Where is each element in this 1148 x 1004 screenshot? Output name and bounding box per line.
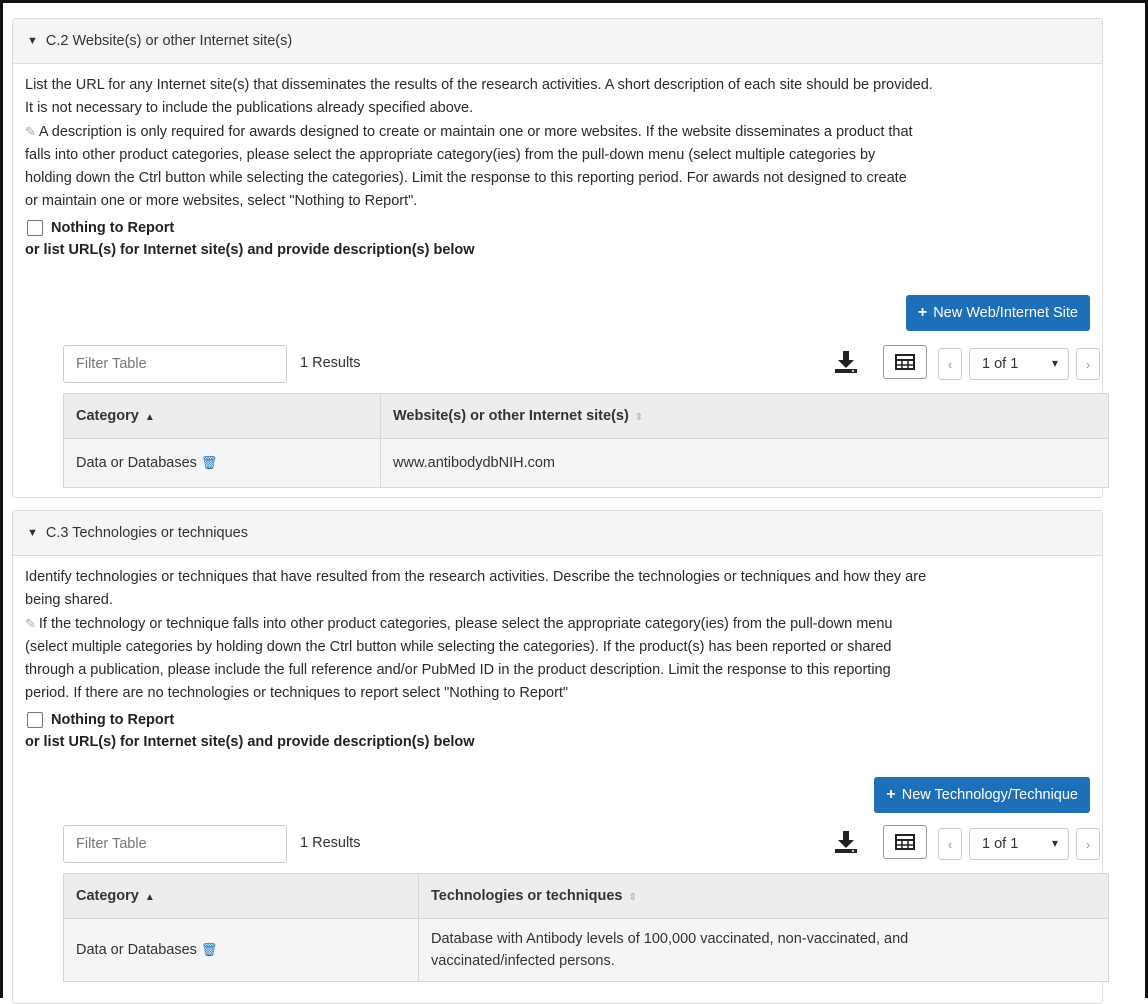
c3-page-select[interactable]: 1 of 1 ▾ xyxy=(969,828,1069,860)
pencil-note-icon: ✎ xyxy=(25,124,36,139)
c3-col-technologies[interactable]: Technologies or techniques ⇕ xyxy=(418,873,1109,919)
column-label: Category xyxy=(76,888,139,904)
caret-down-icon: ▼ xyxy=(27,527,38,539)
c2-note-line2: falls into other product categories, ple… xyxy=(25,147,876,163)
pencil-note-icon: ✎ xyxy=(25,616,36,631)
prev-page-button[interactable]: ‹ xyxy=(938,348,962,380)
chevron-down-icon: ▾ xyxy=(1051,356,1058,370)
next-page-button[interactable]: › xyxy=(1076,828,1100,860)
table-row: Data or Databases 🗑 www.antibodydbNIH.com xyxy=(63,438,1109,488)
c2-results-count: 1 Results xyxy=(300,355,361,371)
c2-page-select[interactable]: 1 of 1 ▾ xyxy=(969,348,1069,380)
c2-col-website[interactable]: Website(s) or other Internet site(s) ⇕ xyxy=(380,393,1109,439)
c2-table: Category ▲ Website(s) or other Internet s… xyxy=(63,393,1109,488)
c3-note-line4: period. If there are no technologies or … xyxy=(25,685,569,701)
download-icon[interactable] xyxy=(833,349,859,375)
technology-line1: Database with Antibody levels of 100,000… xyxy=(431,931,909,947)
c3-or-list: or list URL(s) for Internet site(s) and … xyxy=(25,734,475,750)
table-header-row: Category ▲ Website(s) or other Internet s… xyxy=(63,393,1109,439)
new-technology-label: New Technology/Technique xyxy=(901,787,1078,803)
c3-table: Category ▲ Technologies or techniques ⇕ Da… xyxy=(63,873,1109,982)
download-icon[interactable] xyxy=(833,829,859,855)
sort-asc-icon: ▲ xyxy=(144,892,155,903)
section-c3-title: C.3 Technologies or techniques xyxy=(45,525,248,541)
category-value: Data or Databases xyxy=(76,942,197,958)
c2-table-toolbar: Filter Table 1 Results ‹ 1 of 1 ▾ › xyxy=(63,345,1100,385)
c3-nothing-checkbox[interactable] xyxy=(27,712,43,728)
section-c2-panel: ▼ C.2 Website(s) or other Internet site(… xyxy=(12,18,1109,498)
technology-line2: vaccinated/infected persons. xyxy=(431,953,615,969)
trash-icon[interactable]: 🗑 xyxy=(201,942,218,957)
next-page-button[interactable]: › xyxy=(1076,348,1100,380)
column-chooser-button[interactable] xyxy=(883,825,927,859)
c3-note-line1: If the technology or technique falls int… xyxy=(38,616,893,632)
c2-nothing-checkbox[interactable] xyxy=(27,220,43,236)
c2-intro-line2: It is not necessary to include the publi… xyxy=(25,100,474,116)
c2-nothing-label[interactable]: Nothing to Report xyxy=(51,220,174,236)
table-cell-category: Data or Databases 🗑 xyxy=(63,918,419,982)
column-label: Technologies or techniques xyxy=(431,888,623,904)
table-grid-icon xyxy=(895,354,915,370)
sort-icon: ⇕ xyxy=(628,892,637,903)
c3-note-line3: through a publication, please include th… xyxy=(25,662,891,678)
c2-filter-input[interactable]: Filter Table xyxy=(63,345,287,383)
plus-icon: + xyxy=(917,304,928,321)
section-c2-title: C.2 Website(s) or other Internet site(s) xyxy=(45,33,293,49)
section-c3-body: Identify technologies or techniques that… xyxy=(13,556,1102,753)
column-chooser-button[interactable] xyxy=(883,345,927,379)
trash-icon[interactable]: 🗑 xyxy=(201,455,218,470)
new-web-site-button[interactable]: + New Web/Internet Site xyxy=(905,295,1090,331)
c2-nothing-row: Nothing to Report xyxy=(25,217,1090,239)
table-cell-technology: Database with Antibody levels of 100,000… xyxy=(418,918,1109,982)
table-row: Data or Databases 🗑 Database with Antibod… xyxy=(63,918,1109,982)
c3-col-category[interactable]: Category ▲ xyxy=(63,873,419,919)
section-c3-panel: ▼ C.3 Technologies or techniques Identif… xyxy=(12,510,1109,1004)
category-value: Data or Databases xyxy=(76,455,197,471)
column-label: Category xyxy=(76,408,139,424)
sort-icon: ⇕ xyxy=(634,412,644,423)
c3-filter-input[interactable]: Filter Table xyxy=(63,825,287,863)
sort-asc-icon: ▲ xyxy=(144,412,155,423)
chevron-down-icon: ▾ xyxy=(1051,836,1058,850)
section-c3-header[interactable]: ▼ C.3 Technologies or techniques xyxy=(13,511,1102,556)
c3-results-count: 1 Results xyxy=(300,835,361,851)
c3-table-toolbar: Filter Table 1 Results ‹ 1 of 1 ▾ › xyxy=(63,825,1100,865)
column-label: Website(s) or other Internet site(s) xyxy=(393,408,629,424)
c3-nothing-row: Nothing to Report xyxy=(25,709,1090,731)
plus-icon: + xyxy=(886,786,896,803)
c3-note-line1-wrap: ✎ If the technology or technique falls in… xyxy=(25,612,1090,636)
table-cell-website: www.antibodydbNIH.com xyxy=(380,438,1109,488)
c2-or-list: or list URL(s) for Internet site(s) and … xyxy=(25,242,475,258)
c3-page-label: 1 of 1 xyxy=(982,836,1019,852)
table-grid-icon xyxy=(895,834,915,850)
c2-col-category[interactable]: Category ▲ xyxy=(63,393,381,439)
c2-note-line1: A description is only required for award… xyxy=(38,124,913,140)
new-web-site-label: New Web/Internet Site xyxy=(933,305,1078,321)
c2-page-label: 1 of 1 xyxy=(982,356,1019,372)
c3-intro-line1: Identify technologies or techniques that… xyxy=(25,569,927,585)
c2-note-line4: or maintain one or more websites, select… xyxy=(25,193,418,209)
table-cell-category: Data or Databases 🗑 xyxy=(63,438,381,488)
c3-nothing-label[interactable]: Nothing to Report xyxy=(51,712,174,728)
c2-note-line1-wrap: ✎ A description is only required for awar… xyxy=(25,120,1090,144)
table-header-row: Category ▲ Technologies or techniques ⇕ xyxy=(63,873,1109,919)
c2-intro-line1: List the URL for any Internet site(s) th… xyxy=(25,77,933,93)
prev-page-button[interactable]: ‹ xyxy=(938,828,962,860)
c3-intro-line2: being shared. xyxy=(25,592,113,608)
c3-note-line2: (select multiple categories by holding d… xyxy=(25,639,892,655)
section-c2-body: List the URL for any Internet site(s) th… xyxy=(13,64,1102,261)
new-technology-button[interactable]: + New Technology/Technique xyxy=(874,777,1090,813)
c2-note-line3: holding down the Ctrl button while selec… xyxy=(25,170,907,186)
caret-down-icon: ▼ xyxy=(27,35,38,47)
section-c2-header[interactable]: ▼ C.2 Website(s) or other Internet site(… xyxy=(13,19,1102,64)
